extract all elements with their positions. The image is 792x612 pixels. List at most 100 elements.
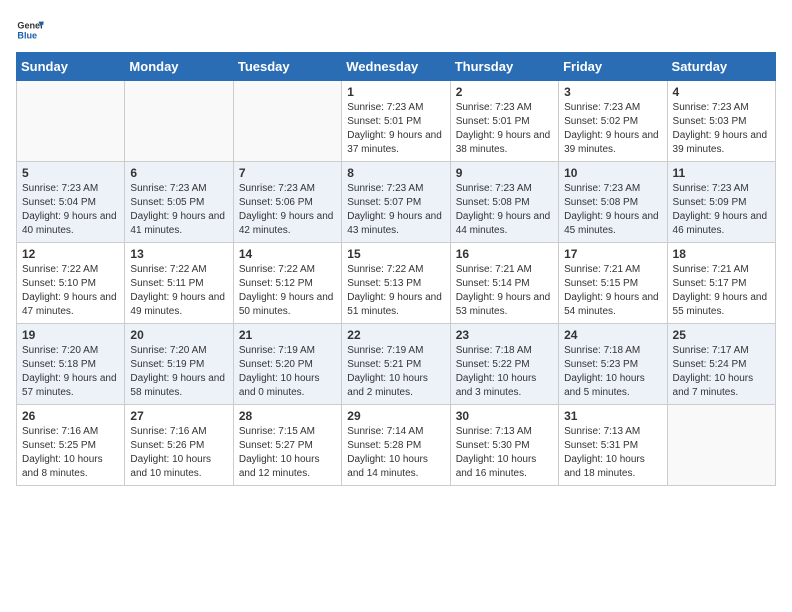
calendar-week-row: 5Sunrise: 7:23 AM Sunset: 5:04 PM Daylig… xyxy=(17,162,776,243)
calendar-cell: 5Sunrise: 7:23 AM Sunset: 5:04 PM Daylig… xyxy=(17,162,125,243)
day-info: Sunrise: 7:13 AM Sunset: 5:31 PM Dayligh… xyxy=(564,425,661,481)
calendar-cell: 25 Sunrise: 7:17 AM Sunset: 5:24 PM Dayli… xyxy=(667,324,775,405)
day-info: Sunrise: 7:23 AM Sunset: 5:08 PM Dayligh… xyxy=(456,182,553,238)
day-info: Sunrise: 7:22 AM Sunset: 5:11 PM Dayligh… xyxy=(130,263,227,319)
day-info: Sunrise: 7:17 AM Sunset: 5:24 PM Dayligh… xyxy=(673,344,770,400)
col-header-friday: Friday xyxy=(559,53,667,81)
calendar-header-row: SundayMondayTuesdayWednesdayThursdayFrid… xyxy=(17,53,776,81)
day-info: Sunrise: 7:23 AM Sunset: 5:06 PM Dayligh… xyxy=(239,182,336,238)
calendar-cell xyxy=(125,81,233,162)
day-number: 18 xyxy=(673,247,770,261)
day-number: 30 xyxy=(456,409,553,423)
day-info: Sunrise: 7:20 AM Sunset: 5:19 PM Dayligh… xyxy=(130,344,227,400)
day-number: 7 xyxy=(239,166,336,180)
calendar-cell: 19 Sunrise: 7:20 AM Sunset: 5:18 PM Dayli… xyxy=(17,324,125,405)
day-number: 31 xyxy=(564,409,661,423)
logo-icon: General Blue xyxy=(16,16,44,44)
day-info: Sunrise: 7:22 AM Sunset: 5:12 PM Dayligh… xyxy=(239,263,336,319)
calendar-cell: 30 Sunrise: 7:13 AM Sunset: 5:30 PM Dayli… xyxy=(450,405,558,486)
calendar-cell: 27 Sunrise: 7:16 AM Sunset: 5:26 PM Dayli… xyxy=(125,405,233,486)
calendar-cell: 4 Sunrise: 7:23 AM Sunset: 5:03 PM Daylig… xyxy=(667,81,775,162)
page-header: General Blue xyxy=(16,16,776,44)
day-number: 11 xyxy=(673,166,770,180)
calendar-cell: 28Sunrise: 7:15 AM Sunset: 5:27 PM Dayli… xyxy=(233,405,341,486)
calendar-cell: 9 Sunrise: 7:23 AM Sunset: 5:08 PM Daylig… xyxy=(450,162,558,243)
calendar-cell: 15Sunrise: 7:22 AM Sunset: 5:13 PM Dayli… xyxy=(342,243,450,324)
day-number: 27 xyxy=(130,409,227,423)
day-info: Sunrise: 7:14 AM Sunset: 5:28 PM Dayligh… xyxy=(347,425,444,481)
calendar-cell: 22 Sunrise: 7:19 AM Sunset: 5:21 PM Dayli… xyxy=(342,324,450,405)
day-number: 16 xyxy=(456,247,553,261)
day-info: Sunrise: 7:21 AM Sunset: 5:14 PM Dayligh… xyxy=(456,263,553,319)
calendar-cell: 11 Sunrise: 7:23 AM Sunset: 5:09 PM Dayli… xyxy=(667,162,775,243)
day-number: 3 xyxy=(564,85,661,99)
day-info: Sunrise: 7:23 AM Sunset: 5:01 PM Dayligh… xyxy=(347,101,444,157)
calendar-cell: 26Sunrise: 7:16 AM Sunset: 5:25 PM Dayli… xyxy=(17,405,125,486)
calendar-cell: 3Sunrise: 7:23 AM Sunset: 5:02 PM Daylig… xyxy=(559,81,667,162)
day-info: Sunrise: 7:23 AM Sunset: 5:07 PM Dayligh… xyxy=(347,182,444,238)
day-number: 24 xyxy=(564,328,661,342)
day-info: Sunrise: 7:23 AM Sunset: 5:09 PM Dayligh… xyxy=(673,182,770,238)
day-info: Sunrise: 7:19 AM Sunset: 5:21 PM Dayligh… xyxy=(347,344,444,400)
day-info: Sunrise: 7:23 AM Sunset: 5:04 PM Dayligh… xyxy=(22,182,119,238)
day-number: 8 xyxy=(347,166,444,180)
col-header-monday: Monday xyxy=(125,53,233,81)
day-number: 6 xyxy=(130,166,227,180)
day-info: Sunrise: 7:18 AM Sunset: 5:23 PM Dayligh… xyxy=(564,344,661,400)
calendar-cell: 24 Sunrise: 7:18 AM Sunset: 5:23 PM Dayli… xyxy=(559,324,667,405)
day-info: Sunrise: 7:16 AM Sunset: 5:26 PM Dayligh… xyxy=(130,425,227,481)
calendar-cell xyxy=(233,81,341,162)
day-number: 29 xyxy=(347,409,444,423)
day-number: 10 xyxy=(564,166,661,180)
calendar-cell: 20 Sunrise: 7:20 AM Sunset: 5:19 PM Dayli… xyxy=(125,324,233,405)
day-number: 17 xyxy=(564,247,661,261)
day-number: 25 xyxy=(673,328,770,342)
logo: General Blue xyxy=(16,16,44,44)
day-number: 2 xyxy=(456,85,553,99)
calendar-cell: 23Sunrise: 7:18 AM Sunset: 5:22 PM Dayli… xyxy=(450,324,558,405)
day-info: Sunrise: 7:20 AM Sunset: 5:18 PM Dayligh… xyxy=(22,344,119,400)
calendar-cell: 8 Sunrise: 7:23 AM Sunset: 5:07 PM Daylig… xyxy=(342,162,450,243)
calendar-week-row: 26Sunrise: 7:16 AM Sunset: 5:25 PM Dayli… xyxy=(17,405,776,486)
calendar-cell: 21Sunrise: 7:19 AM Sunset: 5:20 PM Dayli… xyxy=(233,324,341,405)
calendar-cell: 31 Sunrise: 7:13 AM Sunset: 5:31 PM Dayli… xyxy=(559,405,667,486)
day-info: Sunrise: 7:15 AM Sunset: 5:27 PM Dayligh… xyxy=(239,425,336,481)
calendar-cell: 18 Sunrise: 7:21 AM Sunset: 5:17 PM Dayli… xyxy=(667,243,775,324)
col-header-wednesday: Wednesday xyxy=(342,53,450,81)
day-info: Sunrise: 7:13 AM Sunset: 5:30 PM Dayligh… xyxy=(456,425,553,481)
day-number: 15 xyxy=(347,247,444,261)
calendar-cell: 6 Sunrise: 7:23 AM Sunset: 5:05 PM Daylig… xyxy=(125,162,233,243)
day-info: Sunrise: 7:21 AM Sunset: 5:15 PM Dayligh… xyxy=(564,263,661,319)
day-info: Sunrise: 7:16 AM Sunset: 5:25 PM Dayligh… xyxy=(22,425,119,481)
day-info: Sunrise: 7:23 AM Sunset: 5:03 PM Dayligh… xyxy=(673,101,770,157)
calendar-week-row: 12 Sunrise: 7:22 AM Sunset: 5:10 PM Dayli… xyxy=(17,243,776,324)
col-header-thursday: Thursday xyxy=(450,53,558,81)
day-number: 9 xyxy=(456,166,553,180)
day-number: 21 xyxy=(239,328,336,342)
day-number: 13 xyxy=(130,247,227,261)
day-number: 19 xyxy=(22,328,119,342)
calendar-cell: 12 Sunrise: 7:22 AM Sunset: 5:10 PM Dayli… xyxy=(17,243,125,324)
calendar-week-row: 19 Sunrise: 7:20 AM Sunset: 5:18 PM Dayli… xyxy=(17,324,776,405)
day-number: 4 xyxy=(673,85,770,99)
day-number: 22 xyxy=(347,328,444,342)
svg-text:Blue: Blue xyxy=(17,30,37,40)
calendar-week-row: 1 Sunrise: 7:23 AM Sunset: 5:01 PM Daylig… xyxy=(17,81,776,162)
day-info: Sunrise: 7:22 AM Sunset: 5:10 PM Dayligh… xyxy=(22,263,119,319)
calendar-cell: 16 Sunrise: 7:21 AM Sunset: 5:14 PM Dayli… xyxy=(450,243,558,324)
day-number: 20 xyxy=(130,328,227,342)
calendar-table: SundayMondayTuesdayWednesdayThursdayFrid… xyxy=(16,52,776,486)
day-number: 14 xyxy=(239,247,336,261)
calendar-cell: 7 Sunrise: 7:23 AM Sunset: 5:06 PM Daylig… xyxy=(233,162,341,243)
calendar-cell: 1 Sunrise: 7:23 AM Sunset: 5:01 PM Daylig… xyxy=(342,81,450,162)
day-number: 1 xyxy=(347,85,444,99)
calendar-cell xyxy=(667,405,775,486)
calendar-cell: 13 Sunrise: 7:22 AM Sunset: 5:11 PM Dayli… xyxy=(125,243,233,324)
day-info: Sunrise: 7:18 AM Sunset: 5:22 PM Dayligh… xyxy=(456,344,553,400)
calendar-cell: 14 Sunrise: 7:22 AM Sunset: 5:12 PM Dayli… xyxy=(233,243,341,324)
col-header-tuesday: Tuesday xyxy=(233,53,341,81)
day-info: Sunrise: 7:23 AM Sunset: 5:08 PM Dayligh… xyxy=(564,182,661,238)
day-info: Sunrise: 7:21 AM Sunset: 5:17 PM Dayligh… xyxy=(673,263,770,319)
day-number: 12 xyxy=(22,247,119,261)
day-info: Sunrise: 7:23 AM Sunset: 5:05 PM Dayligh… xyxy=(130,182,227,238)
